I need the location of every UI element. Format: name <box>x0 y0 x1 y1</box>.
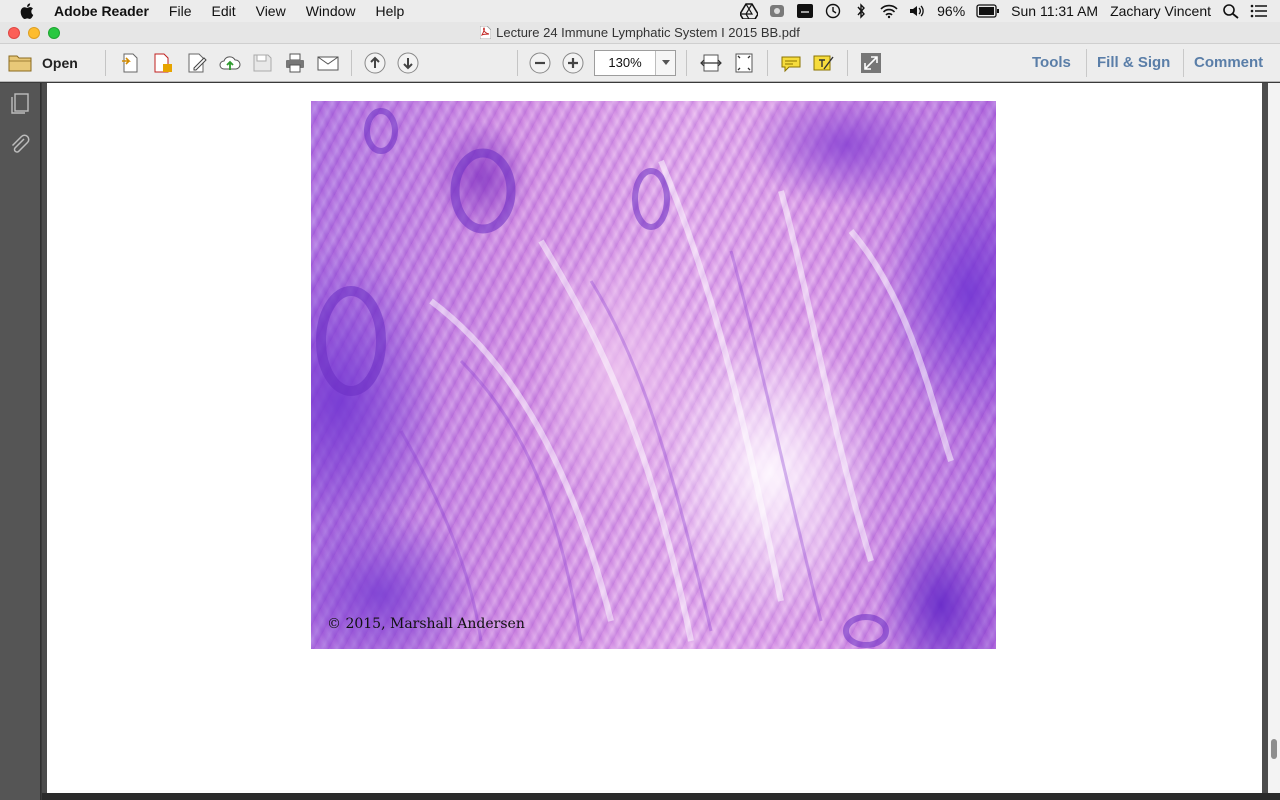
upload-button[interactable] <box>218 52 242 74</box>
window-bottom-edge <box>42 793 1280 800</box>
arrow-down-icon <box>397 52 419 74</box>
export-pdf-icon <box>154 53 172 73</box>
pdf-file-icon <box>480 25 492 39</box>
fit-page-icon <box>735 53 753 73</box>
zoom-out-button[interactable] <box>528 52 552 74</box>
envelope-icon <box>317 56 339 71</box>
apple-icon[interactable] <box>20 3 34 19</box>
attachment-icon[interactable] <box>8 133 32 157</box>
toolbar-separator <box>847 50 848 76</box>
comment-link[interactable]: Comment <box>1194 54 1263 71</box>
menu-help[interactable]: Help <box>366 0 415 22</box>
toolbar-separator <box>767 50 768 76</box>
zoom-dropdown-arrow[interactable] <box>655 51 675 75</box>
menu-file[interactable]: File <box>159 0 202 22</box>
open-button[interactable]: Open <box>8 52 78 74</box>
volume-icon[interactable] <box>908 3 926 19</box>
time-machine-icon[interactable] <box>824 3 842 19</box>
app-menu[interactable]: Adobe Reader <box>54 0 159 22</box>
edit-pdf-button[interactable] <box>185 52 209 74</box>
email-button[interactable] <box>316 52 340 74</box>
menu-view[interactable]: View <box>246 0 296 22</box>
copyright-caption: © 2015, Marshall Andersen <box>327 616 525 632</box>
battery-percent: 96% <box>937 3 966 19</box>
bluetooth-icon[interactable] <box>852 3 870 19</box>
toolbar-separator <box>686 50 687 76</box>
chevron-down-icon <box>661 60 670 65</box>
full-screen-button[interactable] <box>859 52 883 74</box>
pdf-page: © 2015, Marshall Andersen <box>47 83 1262 793</box>
battery-icon[interactable] <box>976 3 1000 19</box>
window-title-wrap: Lecture 24 Immune Lymphatic System I 201… <box>0 22 1280 44</box>
plus-icon <box>562 52 584 74</box>
highlight-button[interactable] <box>812 52 836 74</box>
toolbar-separator <box>1183 49 1184 77</box>
speech-bubble-icon <box>781 56 801 73</box>
window-title: Lecture 24 Immune Lymphatic System I 201… <box>496 24 800 40</box>
display-icon[interactable] <box>796 3 814 19</box>
page-thumbnails-icon[interactable] <box>8 91 32 115</box>
fill-sign-link[interactable]: Fill & Sign <box>1097 54 1170 71</box>
menubar-clock[interactable]: Sun 11:31 AM <box>1005 3 1104 19</box>
menu-bar: Adobe Reader File Edit View Window Help … <box>0 0 1280 22</box>
wifi-icon[interactable] <box>880 3 898 19</box>
expand-icon <box>861 53 881 73</box>
tools-link[interactable]: Tools <box>1032 54 1071 71</box>
histology-micrograph: © 2015, Marshall Andersen <box>311 101 996 649</box>
zoom-in-button[interactable] <box>561 52 585 74</box>
print-button[interactable] <box>283 52 307 74</box>
notification-center-icon[interactable] <box>1250 3 1268 19</box>
window-titlebar: Lecture 24 Immune Lymphatic System I 201… <box>0 22 1280 44</box>
toolbar-separator <box>351 50 352 76</box>
previous-page-button[interactable] <box>363 52 387 74</box>
scrollbar-thumb[interactable] <box>1271 739 1277 759</box>
cloud-upload-icon <box>219 56 241 70</box>
spotlight-icon[interactable] <box>1222 3 1240 19</box>
document-viewport[interactable]: © 2015, Marshall Andersen <box>42 83 1268 793</box>
menu-window[interactable]: Window <box>296 0 366 22</box>
folder-icon <box>8 55 32 72</box>
arrow-up-icon <box>364 52 386 74</box>
navigation-panel <box>0 83 41 800</box>
fit-width-icon <box>700 54 722 72</box>
vertical-scrollbar[interactable] <box>1268 83 1280 793</box>
save-icon <box>253 54 272 72</box>
add-comment-button[interactable] <box>779 52 803 74</box>
minus-icon <box>529 52 551 74</box>
fit-page-button[interactable] <box>732 52 756 74</box>
create-pdf-icon <box>122 53 138 73</box>
toolbar-separator <box>105 50 106 76</box>
zoom-dropdown[interactable]: 130% <box>594 50 676 76</box>
create-pdf-button[interactable] <box>118 52 142 74</box>
zoom-value[interactable]: 130% <box>595 51 655 75</box>
export-pdf-button[interactable] <box>151 52 175 74</box>
open-label: Open <box>42 55 78 71</box>
next-page-button[interactable] <box>396 52 420 74</box>
save-button[interactable] <box>250 52 274 74</box>
toolbar-separator <box>517 50 518 76</box>
highlighter-icon <box>813 55 834 71</box>
google-drive-icon[interactable] <box>740 3 759 19</box>
app-icon[interactable] <box>768 3 786 19</box>
toolbar-separator <box>1086 49 1087 77</box>
menu-edit[interactable]: Edit <box>201 0 245 22</box>
printer-icon <box>286 53 304 73</box>
edit-pdf-icon <box>188 53 207 73</box>
micrograph-texture <box>316 108 954 648</box>
fit-width-button[interactable] <box>699 52 723 74</box>
menubar-user[interactable]: Zachary Vincent <box>1104 3 1217 19</box>
